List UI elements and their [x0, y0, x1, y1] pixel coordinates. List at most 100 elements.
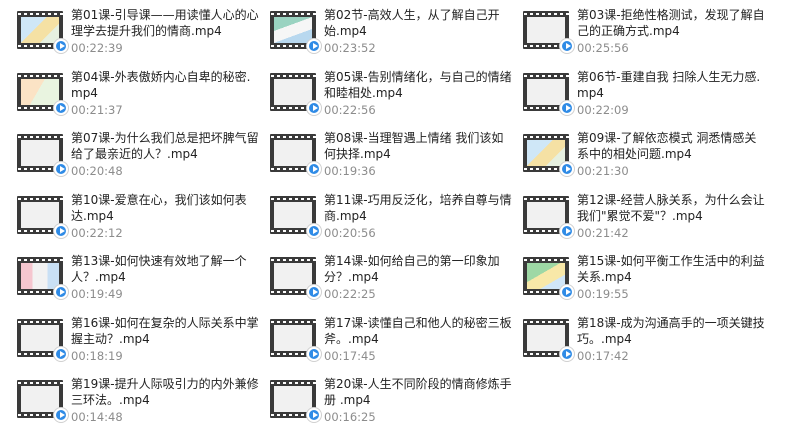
video-file-icon: [17, 257, 69, 300]
file-meta: 第15课-如何平衡工作生活中的利益关系.mp4 00:19:55: [577, 253, 767, 302]
file-item[interactable]: 第13课-如何快速有效地了解一个人？.mp4 00:19:49: [17, 253, 270, 315]
file-meta: 第11课-巧用反泛化，培养自尊与情商.mp4 00:20:56: [324, 192, 514, 241]
file-item[interactable]: 第14课-如何给自己的第一印象加分？.mp4 00:22:25: [270, 253, 523, 315]
file-meta: 第12课-经营人脉关系，为什么会让我们"累觉不爱"？.mp4 00:21:42: [577, 192, 767, 241]
file-duration: 00:19:36: [324, 164, 376, 178]
play-badge-icon: [53, 407, 69, 423]
file-item[interactable]: 第15课-如何平衡工作生活中的利益关系.mp4 00:19:55: [523, 253, 776, 315]
video-file-icon: [270, 318, 322, 362]
file-meta: 第05课-告别情绪化，与自己的情绪和睦相处.mp4 00:22:56: [324, 69, 514, 118]
video-file-icon: [523, 195, 575, 239]
file-name: 第13课-如何快速有效地了解一个人？.mp4: [71, 254, 247, 284]
file-item[interactable]: 第16课-如何在复杂的人际关系中掌握主动？.mp4 00:18:19: [17, 315, 270, 377]
play-badge-icon: [306, 222, 322, 239]
file-item[interactable]: 第07课-为什么我们总是把坏脾气留给了最亲近的人？.mp4 00:20:48: [17, 130, 270, 192]
file-duration: 00:22:39: [71, 41, 123, 55]
play-badge-icon: [306, 38, 322, 54]
play-badge-icon: [53, 284, 69, 300]
file-duration: 00:20:48: [71, 164, 123, 178]
file-item[interactable]: 第01课-引导课——用读懂人心的心理学去提升我们的情商.mp4 00:22:39: [17, 7, 270, 69]
file-duration: 00:19:55: [577, 287, 629, 301]
file-name: 第12课-经营人脉关系，为什么会让我们"累觉不爱"？.mp4: [577, 192, 765, 223]
video-thumbnail-frame: [527, 263, 565, 289]
file-duration: 00:20:56: [324, 225, 376, 240]
file-meta: 第16课-如何在复杂的人际关系中掌握主动？.mp4 00:18:19: [71, 315, 261, 364]
video-thumbnail-frame: [274, 17, 312, 43]
file-item[interactable]: 第09课-了解依恋模式 洞悉情感关系中的相处问题.mp4 00:21:30: [523, 130, 776, 192]
file-meta: 第18课-成为沟通高手的一项关键技巧。.mp4 00:17:42: [577, 315, 767, 364]
play-badge-icon: [306, 161, 322, 177]
file-duration: 00:21:42: [577, 225, 629, 240]
file-duration: 00:18:19: [71, 348, 123, 363]
file-duration: 00:22:25: [324, 287, 376, 301]
file-name: 第17课-读懂自己和他人的秘密三板斧。.mp4: [324, 315, 512, 346]
video-file-icon: [17, 134, 69, 177]
play-badge-icon: [559, 284, 575, 300]
file-item[interactable]: 第20课-人生不同阶段的情商修炼手册 .mp4 00:16:25: [270, 376, 523, 438]
file-name: 第09课-了解依恋模式 洞悉情感关系中的相处问题.mp4: [577, 131, 757, 161]
file-meta: 第08课-当理智遇上情绪 我们该如何抉择.mp4 00:19:36: [324, 130, 514, 179]
video-file-icon: [523, 257, 575, 300]
play-badge-icon: [53, 99, 69, 116]
file-item[interactable]: 第17课-读懂自己和他人的秘密三板斧。.mp4 00:17:45: [270, 315, 523, 377]
video-file-icon: [17, 72, 69, 116]
file-duration: 00:25:56: [577, 41, 629, 55]
file-item[interactable]: 第19课-提升人际吸引力的内外兼修三环法。.mp4 00:14:48: [17, 376, 270, 438]
file-item[interactable]: 第04课-外表傲娇内心自卑的秘密.mp4 00:21:37: [17, 69, 270, 131]
file-meta: 第03课-拒绝性格测试，发现了解自己的正确方式.mp4 00:25:56: [577, 7, 767, 56]
video-file-icon: [270, 257, 322, 300]
video-thumbnail-frame: [21, 78, 59, 105]
video-thumbnail-frame: [274, 386, 312, 412]
play-badge-icon: [53, 345, 69, 362]
video-file-icon: [17, 380, 69, 423]
file-item[interactable]: 第11课-巧用反泛化，培养自尊与情商.mp4 00:20:56: [270, 192, 523, 254]
file-duration: 00:17:45: [324, 348, 376, 363]
file-name: 第20课-人生不同阶段的情商修炼手册 .mp4: [324, 377, 512, 407]
video-thumbnail-frame: [21, 201, 59, 228]
file-item[interactable]: 第05课-告别情绪化，与自己的情绪和睦相处.mp4 00:22:56: [270, 69, 523, 131]
file-name: 第16课-如何在复杂的人际关系中掌握主动？.mp4: [71, 315, 259, 346]
video-file-icon: [17, 11, 69, 54]
play-badge-icon: [559, 99, 575, 116]
video-thumbnail-frame: [274, 140, 312, 166]
video-file-icon: [523, 318, 575, 362]
video-file-icon: [270, 195, 322, 239]
file-item[interactable]: 第03课-拒绝性格测试，发现了解自己的正确方式.mp4 00:25:56: [523, 7, 776, 69]
play-badge-icon: [306, 345, 322, 362]
file-name: 第08课-当理智遇上情绪 我们该如何抉择.mp4: [324, 131, 504, 161]
play-badge-icon: [53, 38, 69, 54]
video-thumbnail-frame: [21, 386, 59, 412]
video-file-icon: [270, 380, 322, 423]
file-meta: 第13课-如何快速有效地了解一个人？.mp4 00:19:49: [71, 253, 261, 302]
file-name: 第10课-爱意在心，我们该如何表达.mp4: [71, 192, 247, 223]
file-item[interactable]: 第06节-重建自我 扫除人生无力感.mp4 00:22:09: [523, 69, 776, 131]
video-file-icon: [523, 11, 575, 54]
file-meta: 第09课-了解依恋模式 洞悉情感关系中的相处问题.mp4 00:21:30: [577, 130, 767, 179]
video-thumbnail-frame: [527, 140, 565, 166]
file-name: 第02节-高效人生，从了解自己开始.mp4: [324, 8, 500, 38]
file-name: 第04课-外表傲娇内心自卑的秘密.mp4: [71, 69, 251, 100]
file-item[interactable]: 第02节-高效人生，从了解自己开始.mp4 00:23:52: [270, 7, 523, 69]
play-badge-icon: [559, 161, 575, 177]
file-item[interactable]: 第08课-当理智遇上情绪 我们该如何抉择.mp4 00:19:36: [270, 130, 523, 192]
file-duration: 00:19:49: [71, 287, 123, 301]
video-thumbnail-frame: [21, 324, 59, 351]
file-name: 第07课-为什么我们总是把坏脾气留给了最亲近的人？.mp4: [71, 131, 259, 161]
file-name: 第18课-成为沟通高手的一项关键技巧。.mp4: [577, 315, 765, 346]
file-meta: 第20课-人生不同阶段的情商修炼手册 .mp4 00:16:25: [324, 376, 514, 425]
video-thumbnail-frame: [274, 324, 312, 351]
file-item[interactable]: 第12课-经营人脉关系，为什么会让我们"累觉不爱"？.mp4 00:21:42: [523, 192, 776, 254]
video-thumbnail-frame: [274, 263, 312, 289]
file-meta: 第04课-外表傲娇内心自卑的秘密.mp4 00:21:37: [71, 69, 261, 118]
file-item[interactable]: 第18课-成为沟通高手的一项关键技巧。.mp4 00:17:42: [523, 315, 776, 377]
play-badge-icon: [306, 407, 322, 423]
file-meta: 第07课-为什么我们总是把坏脾气留给了最亲近的人？.mp4 00:20:48: [71, 130, 261, 179]
video-file-icon: [270, 134, 322, 177]
file-name: 第14课-如何给自己的第一印象加分？.mp4: [324, 254, 500, 284]
file-duration: 00:22:12: [71, 225, 123, 240]
file-item[interactable]: 第10课-爱意在心，我们该如何表达.mp4 00:22:12: [17, 192, 270, 254]
file-duration: 00:22:09: [577, 102, 629, 117]
file-meta: 第01课-引导课——用读懂人心的心理学去提升我们的情商.mp4 00:22:39: [71, 7, 261, 56]
file-meta: 第14课-如何给自己的第一印象加分？.mp4 00:22:25: [324, 253, 514, 302]
file-meta: 第02节-高效人生，从了解自己开始.mp4 00:23:52: [324, 7, 514, 56]
